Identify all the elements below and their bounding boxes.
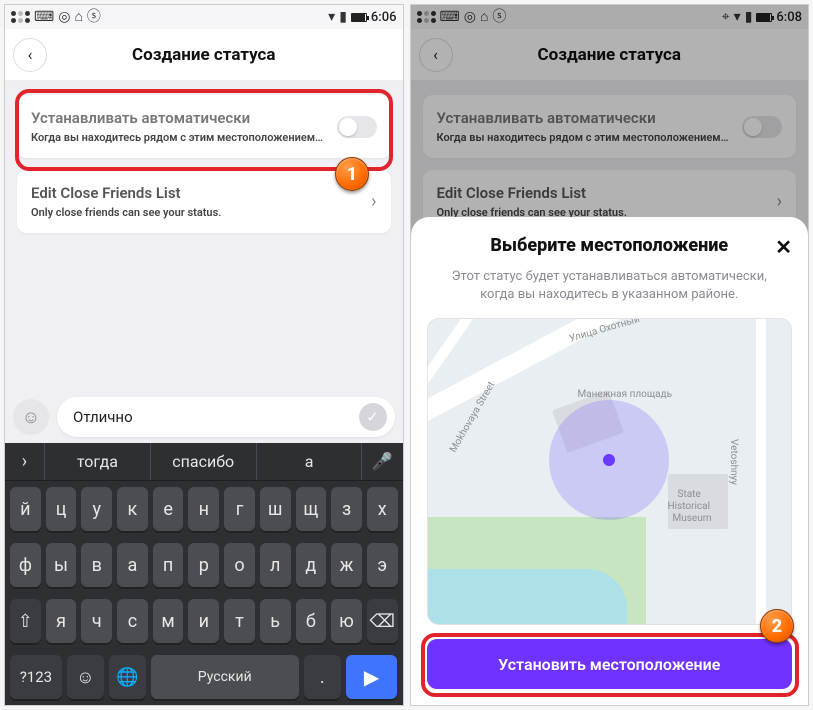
- key[interactable]: у: [81, 487, 112, 531]
- key[interactable]: р: [188, 543, 219, 587]
- key-shift[interactable]: ⇧: [10, 599, 41, 643]
- expand-suggestions-button[interactable]: ›: [5, 443, 45, 480]
- key[interactable]: к: [117, 487, 148, 531]
- wifi-icon: ▾: [328, 10, 335, 24]
- key[interactable]: э: [367, 543, 398, 587]
- signal-icon: ▮: [339, 10, 347, 24]
- composer: ☺ Отлично ✓: [13, 397, 395, 437]
- key-backspace[interactable]: ⌫: [367, 599, 398, 643]
- battery-icon: [351, 13, 367, 22]
- key[interactable]: г: [224, 487, 255, 531]
- step-badge-1: 1: [335, 157, 369, 191]
- close-button[interactable]: ✕: [775, 235, 792, 259]
- key[interactable]: д: [296, 543, 327, 587]
- map-label: Манежная площадь: [578, 389, 673, 400]
- key-row-1: й ц у к е н г ш щ з х: [5, 481, 403, 537]
- key[interactable]: ю: [331, 599, 362, 643]
- key[interactable]: с: [117, 599, 148, 643]
- status-text-input[interactable]: Отлично ✓: [57, 397, 395, 437]
- suggestion-bar: › тогда спасибо а 🎤: [5, 443, 403, 481]
- key[interactable]: т: [224, 599, 255, 643]
- key-emoji[interactable]: ☺: [67, 655, 104, 699]
- page-title: Создание статуса: [5, 45, 403, 65]
- key[interactable]: ц: [46, 487, 77, 531]
- close-friends-subtitle: Only close friends can see your status.: [31, 206, 361, 219]
- auto-set-toggle[interactable]: [337, 116, 377, 138]
- map-label: Historical: [668, 501, 711, 512]
- confirm-button[interactable]: ✓: [359, 403, 387, 431]
- camera-icon: ⌨: [34, 10, 54, 24]
- key[interactable]: ж: [331, 543, 362, 587]
- key-row-3: ⇧ я ч с м и т ь б ю ⌫: [5, 593, 403, 649]
- key[interactable]: о: [224, 543, 255, 587]
- geofence-circle[interactable]: [549, 400, 669, 520]
- app-dots-icon: [11, 11, 30, 23]
- close-icon: ✕: [775, 235, 792, 259]
- key[interactable]: ч: [81, 599, 112, 643]
- key[interactable]: ф: [10, 543, 41, 587]
- key-send[interactable]: ▶: [346, 655, 398, 699]
- map-preview[interactable]: Улица Охотный Mokhovaya Street Манежная …: [427, 318, 793, 625]
- statusbar: ⌨ ◎ ⌂ ⓢ ▾ ▮ 6:06: [5, 5, 403, 29]
- instagram-icon: ◎: [58, 10, 70, 24]
- chevron-right-icon: ›: [371, 191, 376, 212]
- set-location-button[interactable]: Установить местоположение: [427, 639, 793, 689]
- location-bottom-sheet: Выберите местоположение ✕ Этот статус бу…: [411, 217, 809, 705]
- key[interactable]: з: [331, 487, 362, 531]
- map-label: State: [678, 489, 701, 500]
- key[interactable]: щ: [296, 487, 327, 531]
- auto-set-title: Устанавливать автоматически: [31, 109, 327, 127]
- key[interactable]: м: [153, 599, 184, 643]
- key-globe[interactable]: 🌐: [109, 655, 146, 699]
- header: ‹ Создание статуса: [5, 29, 403, 81]
- close-friends-title: Edit Close Friends List: [31, 184, 361, 202]
- map-label: Museum: [673, 513, 712, 524]
- suggestion-3[interactable]: а: [257, 443, 363, 480]
- tv-icon: ⌂: [74, 10, 82, 24]
- phone-left: ⌨ ◎ ⌂ ⓢ ▾ ▮ 6:06 ‹ Создание статуса Уста…: [4, 4, 404, 706]
- key[interactable]: л: [260, 543, 291, 587]
- key[interactable]: ь: [260, 599, 291, 643]
- clock: 6:06: [371, 10, 397, 25]
- smile-icon: ☺: [22, 407, 40, 428]
- close-friends-card[interactable]: Edit Close Friends List Only close frien…: [17, 170, 391, 233]
- suggestion-1[interactable]: тогда: [45, 443, 151, 480]
- key[interactable]: а: [117, 543, 148, 587]
- key[interactable]: н: [188, 487, 219, 531]
- key-row-4: ?123 ☺ 🌐 Русский . ▶: [5, 649, 403, 705]
- set-location-label: Установить местоположение: [498, 655, 720, 674]
- map-label: Vetoshnyy: [728, 439, 739, 485]
- key-period[interactable]: .: [304, 655, 341, 699]
- sheet-description: Этот статус будет устанавливаться автома…: [427, 268, 793, 304]
- key-space[interactable]: Русский: [151, 655, 299, 699]
- step-badge-2: 2: [760, 609, 794, 643]
- key[interactable]: ы: [46, 543, 77, 587]
- key-numbers[interactable]: ?123: [10, 655, 62, 699]
- chevron-left-icon: ‹: [28, 45, 33, 64]
- key[interactable]: б: [296, 599, 327, 643]
- mic-icon: 🎤: [372, 452, 393, 472]
- auto-set-card[interactable]: Устанавливать автоматически Когда вы нах…: [17, 95, 391, 158]
- key[interactable]: п: [153, 543, 184, 587]
- key[interactable]: я: [46, 599, 77, 643]
- keyboard: › тогда спасибо а 🎤 й ц у к е н г ш щ з …: [5, 443, 403, 705]
- mic-button[interactable]: 🎤: [362, 443, 402, 480]
- status-text-value: Отлично: [73, 408, 133, 426]
- key[interactable]: е: [153, 487, 184, 531]
- phone-right: ⌨ ◎ ⌂ ⓢ ⌖ ▾ ▮ 6:08 ‹ Создание статуса Ус…: [410, 4, 810, 706]
- key[interactable]: и: [188, 599, 219, 643]
- sheet-title: Выберите местоположение: [490, 235, 728, 256]
- back-button[interactable]: ‹: [13, 38, 47, 72]
- key[interactable]: в: [81, 543, 112, 587]
- auto-set-subtitle: Когда вы находитесь рядом с этим местопо…: [31, 131, 327, 144]
- shazam-icon: ⓢ: [87, 10, 101, 24]
- key-row-2: ф ы в а п р о л д ж э: [5, 537, 403, 593]
- emoji-button[interactable]: ☺: [13, 399, 49, 435]
- suggestion-2[interactable]: спасибо: [151, 443, 257, 480]
- key[interactable]: й: [10, 487, 41, 531]
- key[interactable]: ш: [260, 487, 291, 531]
- key[interactable]: х: [367, 487, 398, 531]
